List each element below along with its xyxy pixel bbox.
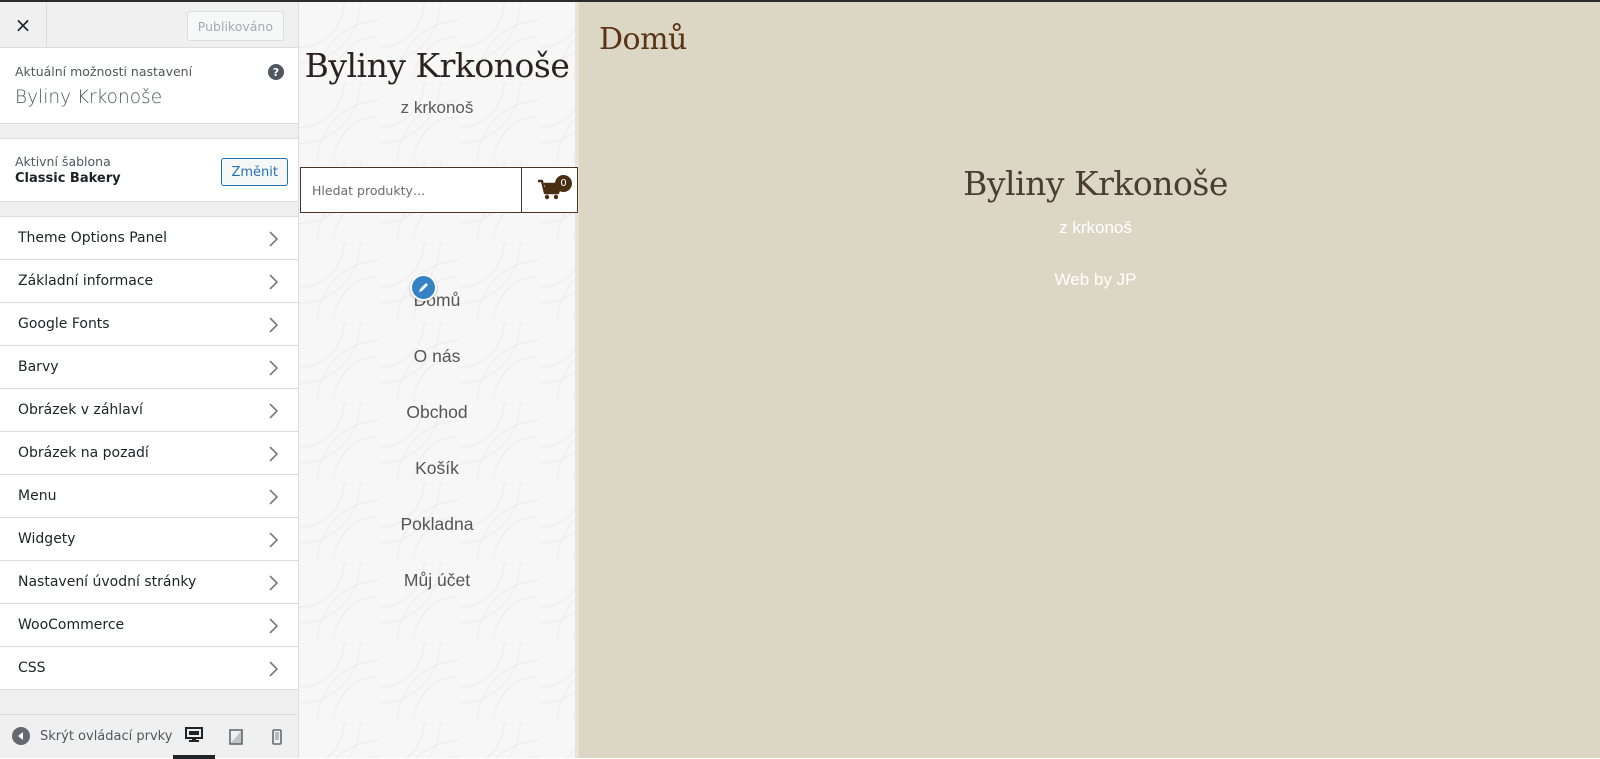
mobile-icon xyxy=(272,729,282,745)
collapse-label: Skrýt ovládací prvky xyxy=(40,728,173,744)
help-icon[interactable]: ? xyxy=(268,64,284,80)
chevron-right-icon xyxy=(269,317,279,333)
section-item[interactable]: Obrázek na pozadí xyxy=(0,432,298,475)
section-item[interactable]: Nastavení úvodní stránky xyxy=(0,561,298,604)
chevron-right-icon xyxy=(269,360,279,376)
preview-tablet-button[interactable] xyxy=(215,715,257,759)
nav-link[interactable]: Košík xyxy=(299,440,575,496)
section-item-label: Google Fonts xyxy=(18,316,110,332)
section-item-label: Menu xyxy=(18,488,57,504)
change-theme-button[interactable]: Změnit xyxy=(221,158,288,186)
active-theme-label: Aktivní šablona xyxy=(15,154,111,169)
collapse-sidebar-button[interactable]: Skrýt ovládací prvky xyxy=(12,727,172,745)
section-item-label: Obrázek na pozadí xyxy=(18,445,149,461)
customizer-sections: Theme Options Panel Základní informace Goo… xyxy=(0,216,298,690)
section-item[interactable]: Obrázek v záhlaví xyxy=(0,389,298,432)
site-title[interactable]: Byliny Krkonoše xyxy=(299,46,575,85)
info-label: Aktuální možnosti nastavení xyxy=(15,64,193,79)
section-item-label: Barvy xyxy=(18,359,59,375)
footer-site-title: Byliny Krkonoše xyxy=(963,164,1228,203)
chevron-right-icon xyxy=(269,661,279,677)
section-item-label: Theme Options Panel xyxy=(18,230,167,246)
active-theme-name: Classic Bakery xyxy=(15,171,121,186)
section-item-label: Základní informace xyxy=(18,273,154,289)
pencil-icon xyxy=(419,283,428,292)
nav-link[interactable]: Pokladna xyxy=(299,496,575,552)
collapse-icon xyxy=(12,727,30,745)
site-preview: Byliny Krkonoše z krkonoš 0 DomůO násObc… xyxy=(299,2,1600,758)
section-item-label: Widgety xyxy=(18,531,76,547)
product-search-input[interactable] xyxy=(301,168,521,212)
section-item[interactable]: CSS xyxy=(0,647,298,690)
customizer-sidebar: × Publikováno Aktuální možnosti nastaven… xyxy=(0,2,299,759)
nav-link[interactable]: Obchod xyxy=(299,384,575,440)
page-title: Domů xyxy=(599,22,687,57)
chevron-right-icon xyxy=(269,274,279,290)
section-item[interactable]: Theme Options Panel xyxy=(0,217,298,260)
chevron-right-icon xyxy=(269,575,279,591)
publish-button[interactable]: Publikováno xyxy=(186,11,284,41)
section-item[interactable]: WooCommerce xyxy=(0,604,298,647)
tablet-icon xyxy=(229,729,243,745)
edit-menu-shortcut[interactable] xyxy=(410,274,437,301)
info-site-name: Byliny Krkonoše xyxy=(15,87,163,108)
footer-site-tagline: z krkonoš xyxy=(1059,218,1132,237)
preview-mobile-button[interactable] xyxy=(256,715,298,759)
close-button[interactable]: × xyxy=(0,2,47,48)
section-item[interactable]: Barvy xyxy=(0,346,298,389)
desktop-icon xyxy=(185,727,203,742)
preview-desktop-button[interactable] xyxy=(173,715,215,759)
close-icon: × xyxy=(14,13,32,37)
section-item-label: Obrázek v záhlaví xyxy=(18,402,143,418)
primary-navigation: Domů O nás Obchod Košík Pokladna Můj účet xyxy=(299,272,575,608)
chevron-right-icon xyxy=(269,489,279,505)
cart-count-badge: 0 xyxy=(555,175,572,192)
customizer-header: × Publikováno xyxy=(0,2,298,48)
chevron-right-icon xyxy=(269,618,279,634)
customizer-info: Aktuální možnosti nastavení Byliny Krkon… xyxy=(0,48,298,124)
section-item[interactable]: Menu xyxy=(0,475,298,518)
active-theme-panel: Aktivní šablona Classic Bakery Změnit xyxy=(0,138,298,202)
section-item[interactable]: Widgety xyxy=(0,518,298,561)
chevron-right-icon xyxy=(269,231,279,247)
customizer-footer: Skrýt ovládací prvky xyxy=(0,714,298,759)
section-item-label: Nastavení úvodní stránky xyxy=(18,574,197,590)
product-search-form: 0 xyxy=(300,167,578,213)
section-item[interactable]: Google Fonts xyxy=(0,303,298,346)
section-item[interactable]: Základní informace xyxy=(0,260,298,303)
nav-link[interactable]: Domů xyxy=(299,272,575,328)
chevron-right-icon xyxy=(269,532,279,548)
site-tagline: z krkonoš xyxy=(400,98,474,117)
cart-button[interactable]: 0 xyxy=(521,168,577,212)
top-border xyxy=(0,0,1600,2)
section-item-label: WooCommerce xyxy=(18,617,125,633)
chevron-right-icon xyxy=(269,403,279,419)
nav-link[interactable]: O nás xyxy=(299,328,575,384)
footer-credit: Web by JP xyxy=(1054,270,1137,289)
nav-link[interactable]: Můj účet xyxy=(299,552,575,608)
site-header-column: Byliny Krkonoše z krkonoš 0 DomůO násObc… xyxy=(299,2,579,758)
section-item-label: CSS xyxy=(18,660,46,676)
chevron-right-icon xyxy=(269,446,279,462)
